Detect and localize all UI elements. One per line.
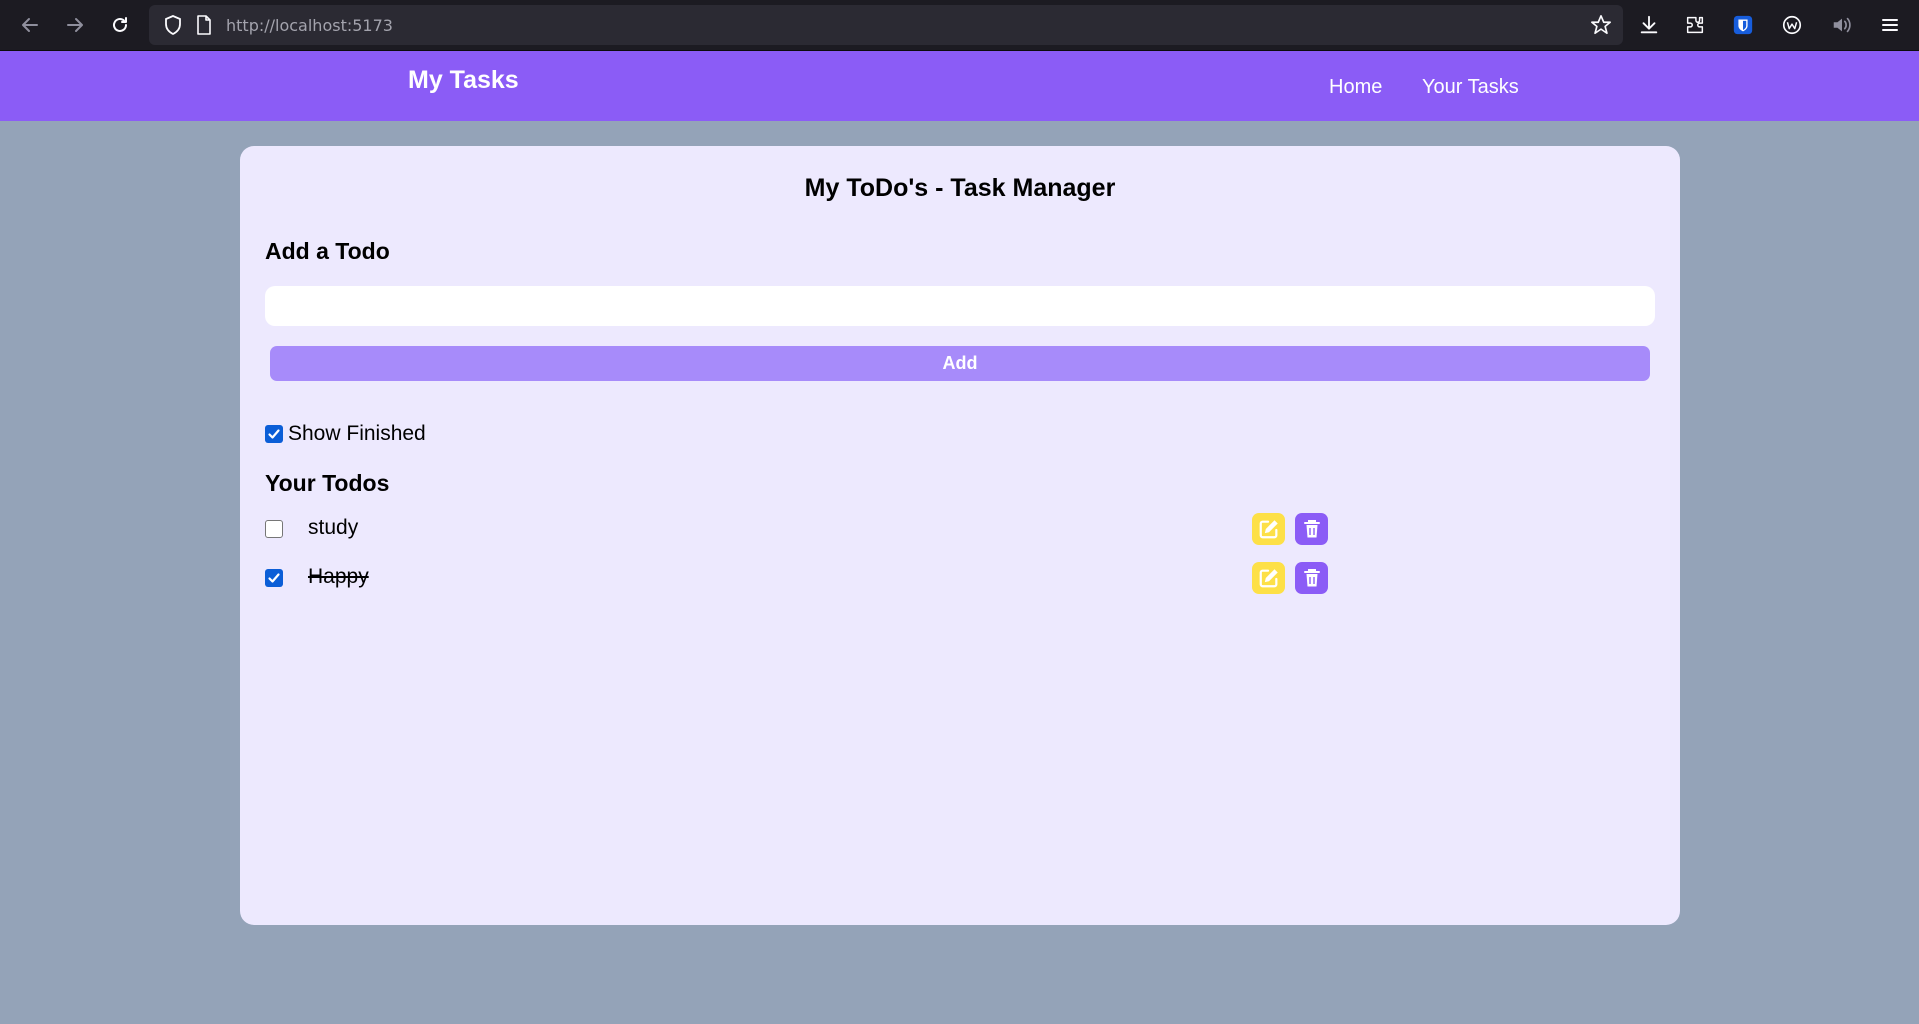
app-navbar: My Tasks Home Your Tasks — [0, 51, 1919, 121]
url-text[interactable]: http://localhost:5173 — [226, 16, 393, 35]
page-icon[interactable] — [192, 13, 216, 37]
edit-button[interactable] — [1252, 513, 1285, 545]
edit-icon — [1259, 520, 1278, 539]
download-icon[interactable] — [1635, 11, 1663, 39]
trash-icon — [1303, 569, 1320, 587]
show-finished-label[interactable]: Show Finished — [288, 422, 426, 446]
extensions-icon[interactable] — [1681, 11, 1709, 39]
add-button[interactable]: Add — [270, 346, 1650, 381]
todo-text: study — [308, 516, 359, 539]
extension-w-icon[interactable] — [1778, 11, 1806, 39]
todo-item: study — [265, 513, 1328, 545]
nav-link-your-tasks[interactable]: Your Tasks — [1422, 76, 1519, 99]
delete-button[interactable] — [1295, 562, 1328, 594]
bookmark-star-icon[interactable] — [1587, 11, 1615, 39]
speaker-icon[interactable] — [1828, 11, 1856, 39]
show-finished-checkbox[interactable] — [265, 425, 283, 443]
your-todos-heading: Your Todos — [265, 470, 390, 496]
todo-checkbox[interactable] — [265, 520, 283, 538]
edit-icon — [1259, 569, 1278, 588]
brand-title: My Tasks — [408, 66, 519, 94]
reload-icon[interactable] — [105, 10, 135, 40]
menu-icon[interactable] — [1876, 11, 1904, 39]
forward-icon[interactable] — [60, 10, 90, 40]
shield-icon[interactable] — [161, 13, 185, 37]
browser-toolbar: http://localhost:5173 — [0, 0, 1919, 51]
edit-button[interactable] — [1252, 562, 1285, 594]
delete-button[interactable] — [1295, 513, 1328, 545]
todo-text: Happy — [308, 565, 369, 588]
todo-input[interactable] — [265, 286, 1655, 326]
task-manager-card: My ToDo's - Task Manager Add a Todo Add … — [240, 146, 1680, 925]
todo-checkbox[interactable] — [265, 569, 283, 587]
todo-item: Happy — [265, 562, 1328, 594]
url-bar[interactable]: http://localhost:5173 — [149, 5, 1623, 45]
trash-icon — [1303, 520, 1320, 538]
bitwarden-icon[interactable] — [1729, 11, 1757, 39]
nav-link-home[interactable]: Home — [1329, 76, 1382, 99]
add-todo-heading: Add a Todo — [265, 238, 390, 264]
back-icon[interactable] — [15, 10, 45, 40]
page-title: My ToDo's - Task Manager — [804, 174, 1116, 202]
